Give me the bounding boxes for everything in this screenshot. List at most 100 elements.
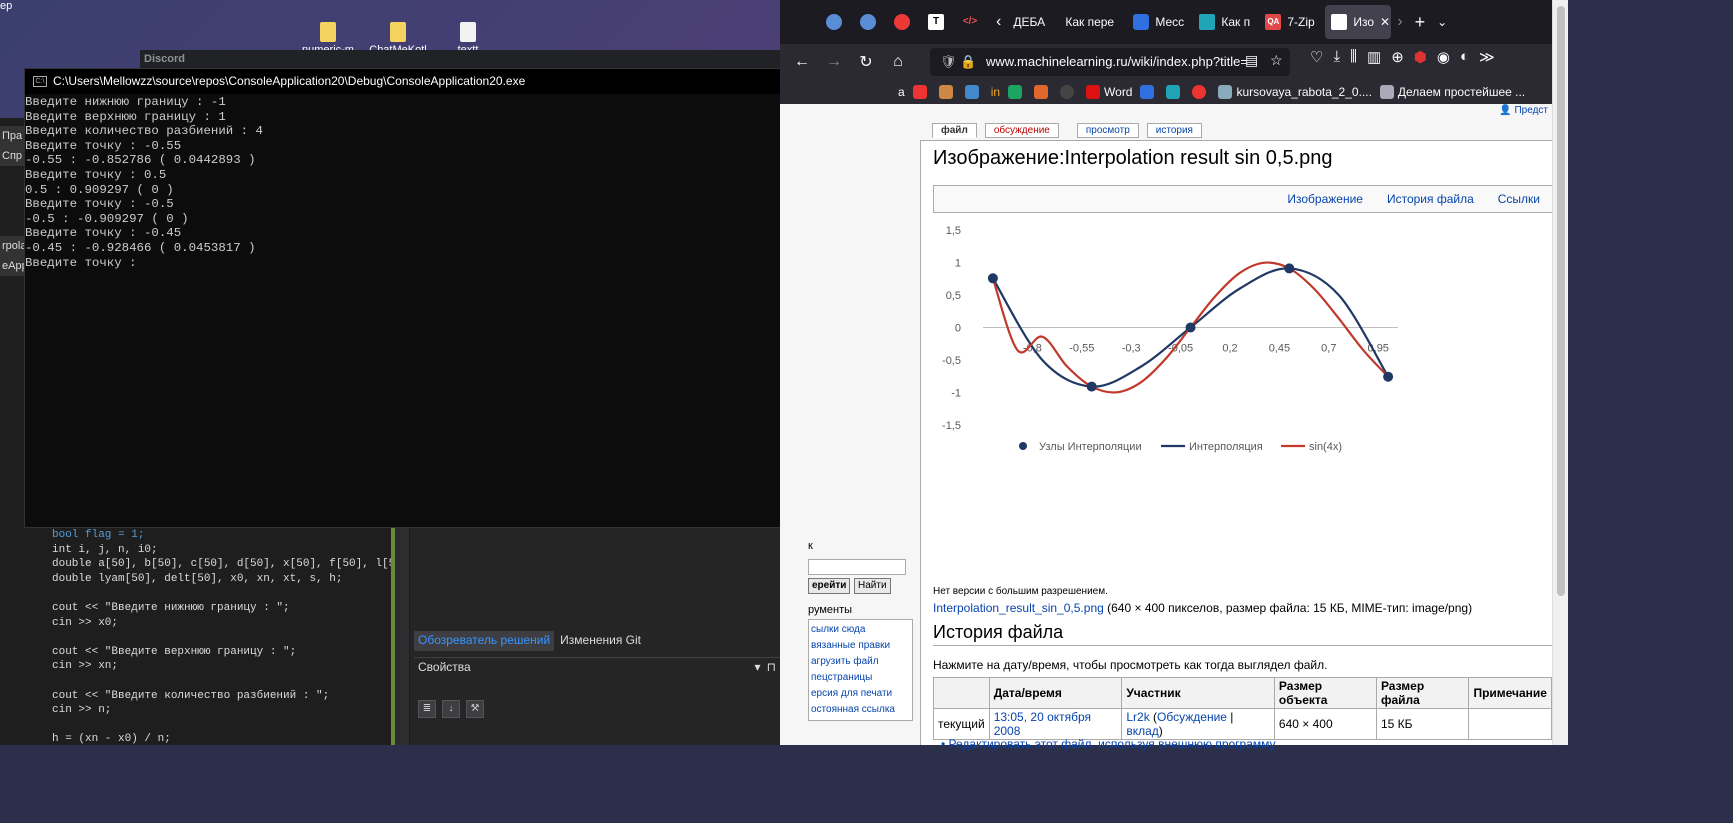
legend-label: sin(4x)	[1309, 441, 1342, 453]
interpolation-chart[interactable]: 1,510,50-0,5-1-1,5-0,8 -0,55 -0,3 -0,05 0,2 0…	[933, 215, 1433, 475]
side-label[interactable]: eApp	[0, 256, 26, 276]
browser-tab[interactable]	[820, 5, 854, 39]
reader-view-icon[interactable]: ▤	[1245, 52, 1258, 69]
code-editor[interactable]: bool flag = 1; int i, j, n, i0; double a…	[25, 528, 410, 745]
console-output[interactable]: Введите нижнюю границу : -1 Введите верхн…	[25, 95, 895, 527]
download-icon[interactable]: ⤓	[1333, 48, 1340, 66]
side-label	[0, 166, 26, 186]
tools-item[interactable]: вязанные правки	[811, 638, 910, 654]
find-button[interactable]: Найти	[854, 578, 891, 594]
bookmark-item[interactable]: Word	[1086, 85, 1132, 99]
new-tab-icon[interactable]: +	[1409, 5, 1432, 39]
toc-image[interactable]: Изображение	[1287, 192, 1363, 206]
extension-icon[interactable]: ⬢	[1414, 48, 1427, 66]
user-link[interactable]: 👤 Предст	[1499, 105, 1548, 116]
scroll-thumb[interactable]	[1557, 6, 1565, 596]
close-tab-icon[interactable]: ✕	[1380, 15, 1390, 29]
browser-tab[interactable]: ДЕБА	[1007, 5, 1059, 39]
console-titlebar[interactable]: C:\ C:\Users\Mellowzz\source\repos\Conso…	[25, 69, 908, 94]
bookmark-item[interactable]	[1192, 85, 1210, 99]
console-line: Введите нижнюю границу : -1	[25, 95, 226, 109]
menu-icon[interactable]: ≫	[1479, 48, 1495, 66]
bookmark-item[interactable]	[912, 85, 931, 99]
wrench-icon[interactable]: ⚒	[466, 700, 484, 718]
bookmark-item[interactable]	[938, 85, 957, 99]
side-label[interactable]: Пра	[0, 126, 26, 146]
dropdown-icon[interactable]: ▾	[755, 660, 767, 674]
toc-links[interactable]: Ссылки	[1498, 192, 1540, 206]
lock-icon[interactable]: 🛡 🔒	[940, 48, 976, 76]
bookmark-item[interactable]	[1008, 85, 1026, 99]
console-window[interactable]: C:\ C:\Users\Mellowzz\source\repos\Conso…	[24, 68, 909, 528]
reload-icon[interactable]: ↻	[850, 52, 882, 72]
url-bar[interactable]: 🛡 🔒 www.machinelearning.ru/wiki/index.ph…	[930, 48, 1290, 76]
side-label[interactable]: rpola	[0, 236, 26, 256]
tab-view[interactable]: просмотр	[1076, 123, 1139, 138]
interpolation-node-point	[1284, 263, 1295, 274]
talk-link[interactable]: Обсуждение	[1157, 710, 1227, 724]
console-title: C:\Users\Mellowzz\source\repos\ConsoleAp…	[53, 74, 526, 88]
y-tick-label: 0,5	[946, 290, 961, 302]
side-label[interactable]: Спр	[0, 146, 26, 166]
browser-tab[interactable]	[888, 5, 922, 39]
browser-tab[interactable]: QA 7-Zip	[1259, 5, 1325, 39]
console-line: -0.5 : -0.909297 ( 0 )	[25, 211, 189, 226]
bookmark-item[interactable]	[1140, 85, 1158, 99]
editor-scrollbar[interactable]	[391, 528, 409, 745]
toc-history[interactable]: История файла	[1387, 192, 1474, 206]
browser-tab-active[interactable]: Изо ✕	[1325, 5, 1392, 39]
tab-file[interactable]: файл	[932, 123, 977, 138]
alphabetical-icon[interactable]: ↓	[442, 700, 460, 718]
browser-tab[interactable]: Месс	[1127, 5, 1193, 39]
date-link[interactable]: 13:05, 20 октября 2008	[994, 710, 1091, 738]
browser-tab[interactable]	[854, 5, 888, 39]
discord-titlebar[interactable]: Discord	[140, 50, 840, 70]
tools-item[interactable]: ерсия для печати	[811, 686, 910, 702]
external-edit-link[interactable]: • Редактировать этот файл, используя вне…	[941, 737, 1276, 751]
bookmark-item[interactable]	[1034, 85, 1052, 99]
page-scrollbar[interactable]	[1552, 0, 1568, 745]
library-icon[interactable]: ⫼	[1350, 48, 1357, 66]
browser-tab[interactable]: T	[922, 5, 956, 39]
tab-git-changes[interactable]: Изменения Git	[556, 631, 645, 651]
bookmark-icon	[964, 85, 979, 99]
home-icon[interactable]: ⌂	[882, 53, 914, 71]
back-icon[interactable]: ←	[786, 53, 818, 71]
browser-tab[interactable]: Как п	[1193, 5, 1259, 39]
pocket-icon[interactable]: ♡	[1310, 48, 1323, 66]
extension-icon[interactable]: ◉	[1437, 48, 1450, 66]
user-link[interactable]: Lr2k	[1126, 710, 1149, 724]
tab-scroll-left[interactable]: ‹	[990, 5, 1007, 39]
bookmark-item[interactable]: kursovaya_rabota_2_0....	[1218, 85, 1372, 99]
list-tabs-icon[interactable]: ⌄	[1431, 5, 1453, 39]
categorized-icon[interactable]: ≣	[418, 700, 436, 718]
bookmark-item[interactable]: in	[991, 85, 1000, 99]
browser-tab[interactable]: Как пере	[1059, 5, 1127, 39]
tab-history[interactable]: история	[1146, 123, 1202, 138]
tab-discussion[interactable]: обсуждение	[984, 123, 1059, 138]
tab-solution-explorer[interactable]: Обозреватель решений	[414, 631, 555, 651]
browser-tab[interactable]: </>	[956, 5, 990, 39]
forward-icon[interactable]: →	[818, 53, 850, 71]
tab-scroll-right[interactable]: ›	[1391, 5, 1408, 39]
account-icon[interactable]: ◐	[1460, 48, 1469, 66]
bookmark-star-icon[interactable]: ☆	[1270, 52, 1283, 69]
code-line: cin >> xn;	[52, 659, 410, 674]
tools-item[interactable]: остоянная ссылка	[811, 702, 910, 718]
go-button[interactable]: ерейти	[808, 578, 851, 594]
bookmark-item[interactable]: а	[898, 85, 905, 99]
tools-item[interactable]: сылки сюда	[811, 622, 910, 638]
bookmark-item[interactable]: Делаем простейшее ...	[1379, 85, 1525, 99]
bookmark-item[interactable]	[1166, 85, 1184, 99]
tools-item[interactable]: агрузить файл	[811, 654, 910, 670]
bookmark-item[interactable]	[964, 85, 983, 99]
search-input[interactable]	[808, 559, 906, 575]
tools-item[interactable]: пецстраницы	[811, 670, 910, 686]
sidebar-icon[interactable]: ▥	[1367, 48, 1381, 66]
contrib-link[interactable]: вклад	[1126, 724, 1158, 738]
browser-tab-label: Месс	[1155, 15, 1185, 29]
globe-icon[interactable]: ⊕	[1391, 48, 1404, 66]
y-tick-label: -0,5	[942, 355, 961, 367]
bookmark-item[interactable]	[1060, 85, 1078, 99]
file-link[interactable]: Interpolation_result_sin_0,5.png	[933, 601, 1104, 615]
